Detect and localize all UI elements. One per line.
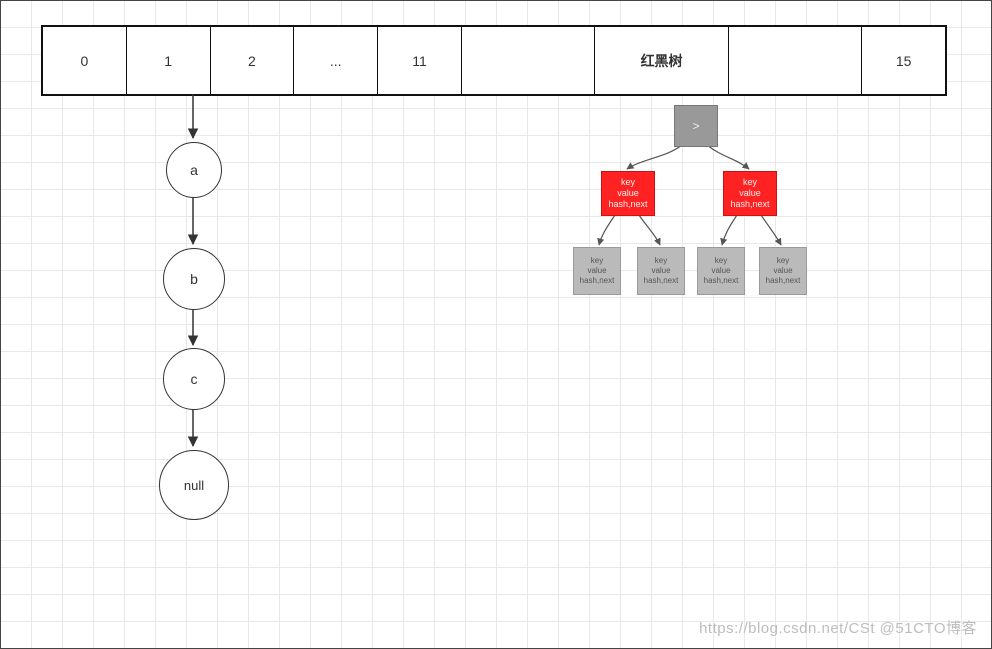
node-line: value — [711, 266, 730, 276]
node-line: hash,next — [580, 276, 615, 286]
node-line: hash,next — [730, 199, 769, 210]
node-line: hash,next — [644, 276, 679, 286]
list-node-b: b — [163, 248, 225, 310]
tree-leaf: key value hash,next — [573, 247, 621, 295]
array-cell-1: 1 — [127, 27, 211, 94]
tree-red-right: key value hash,next — [723, 171, 777, 216]
tree-root-label: > — [692, 121, 699, 132]
node-line: key — [743, 177, 757, 188]
node-line: value — [739, 188, 761, 199]
array-cell-11: 11 — [378, 27, 462, 94]
node-line: value — [587, 266, 606, 276]
array-cell-2: 2 — [211, 27, 295, 94]
list-node-c: c — [163, 348, 225, 410]
node-line: value — [651, 266, 670, 276]
node-line: key — [715, 256, 727, 266]
array-cell-empty-2 — [729, 27, 862, 94]
array-cell-ellipsis: ... — [294, 27, 378, 94]
array-cell-0: 0 — [43, 27, 127, 94]
tree-leaf: key value hash,next — [759, 247, 807, 295]
list-node-null: null — [159, 450, 229, 520]
node-line: hash,next — [766, 276, 801, 286]
array-cell-redblack: 红黑树 — [595, 27, 728, 94]
array-cell-15: 15 — [862, 27, 945, 94]
list-node-a: a — [166, 142, 222, 198]
watermark: https://blog.csdn.net/CSt @51CTO博客 — [699, 617, 977, 638]
tree-leaf: key value hash,next — [697, 247, 745, 295]
hash-array: 0 1 2 ... 11 红黑树 15 — [41, 25, 947, 96]
array-cell-empty-1 — [462, 27, 595, 94]
tree-root: > — [674, 105, 718, 147]
node-line: hash,next — [704, 276, 739, 286]
node-line: key — [777, 256, 789, 266]
node-line: value — [773, 266, 792, 276]
node-line: key — [591, 256, 603, 266]
tree-leaf: key value hash,next — [637, 247, 685, 295]
node-line: key — [655, 256, 667, 266]
node-line: value — [617, 188, 639, 199]
tree-red-left: key value hash,next — [601, 171, 655, 216]
redblack-tree: > key value hash,next key value hash,nex… — [557, 99, 857, 305]
node-line: hash,next — [608, 199, 647, 210]
node-line: key — [621, 177, 635, 188]
